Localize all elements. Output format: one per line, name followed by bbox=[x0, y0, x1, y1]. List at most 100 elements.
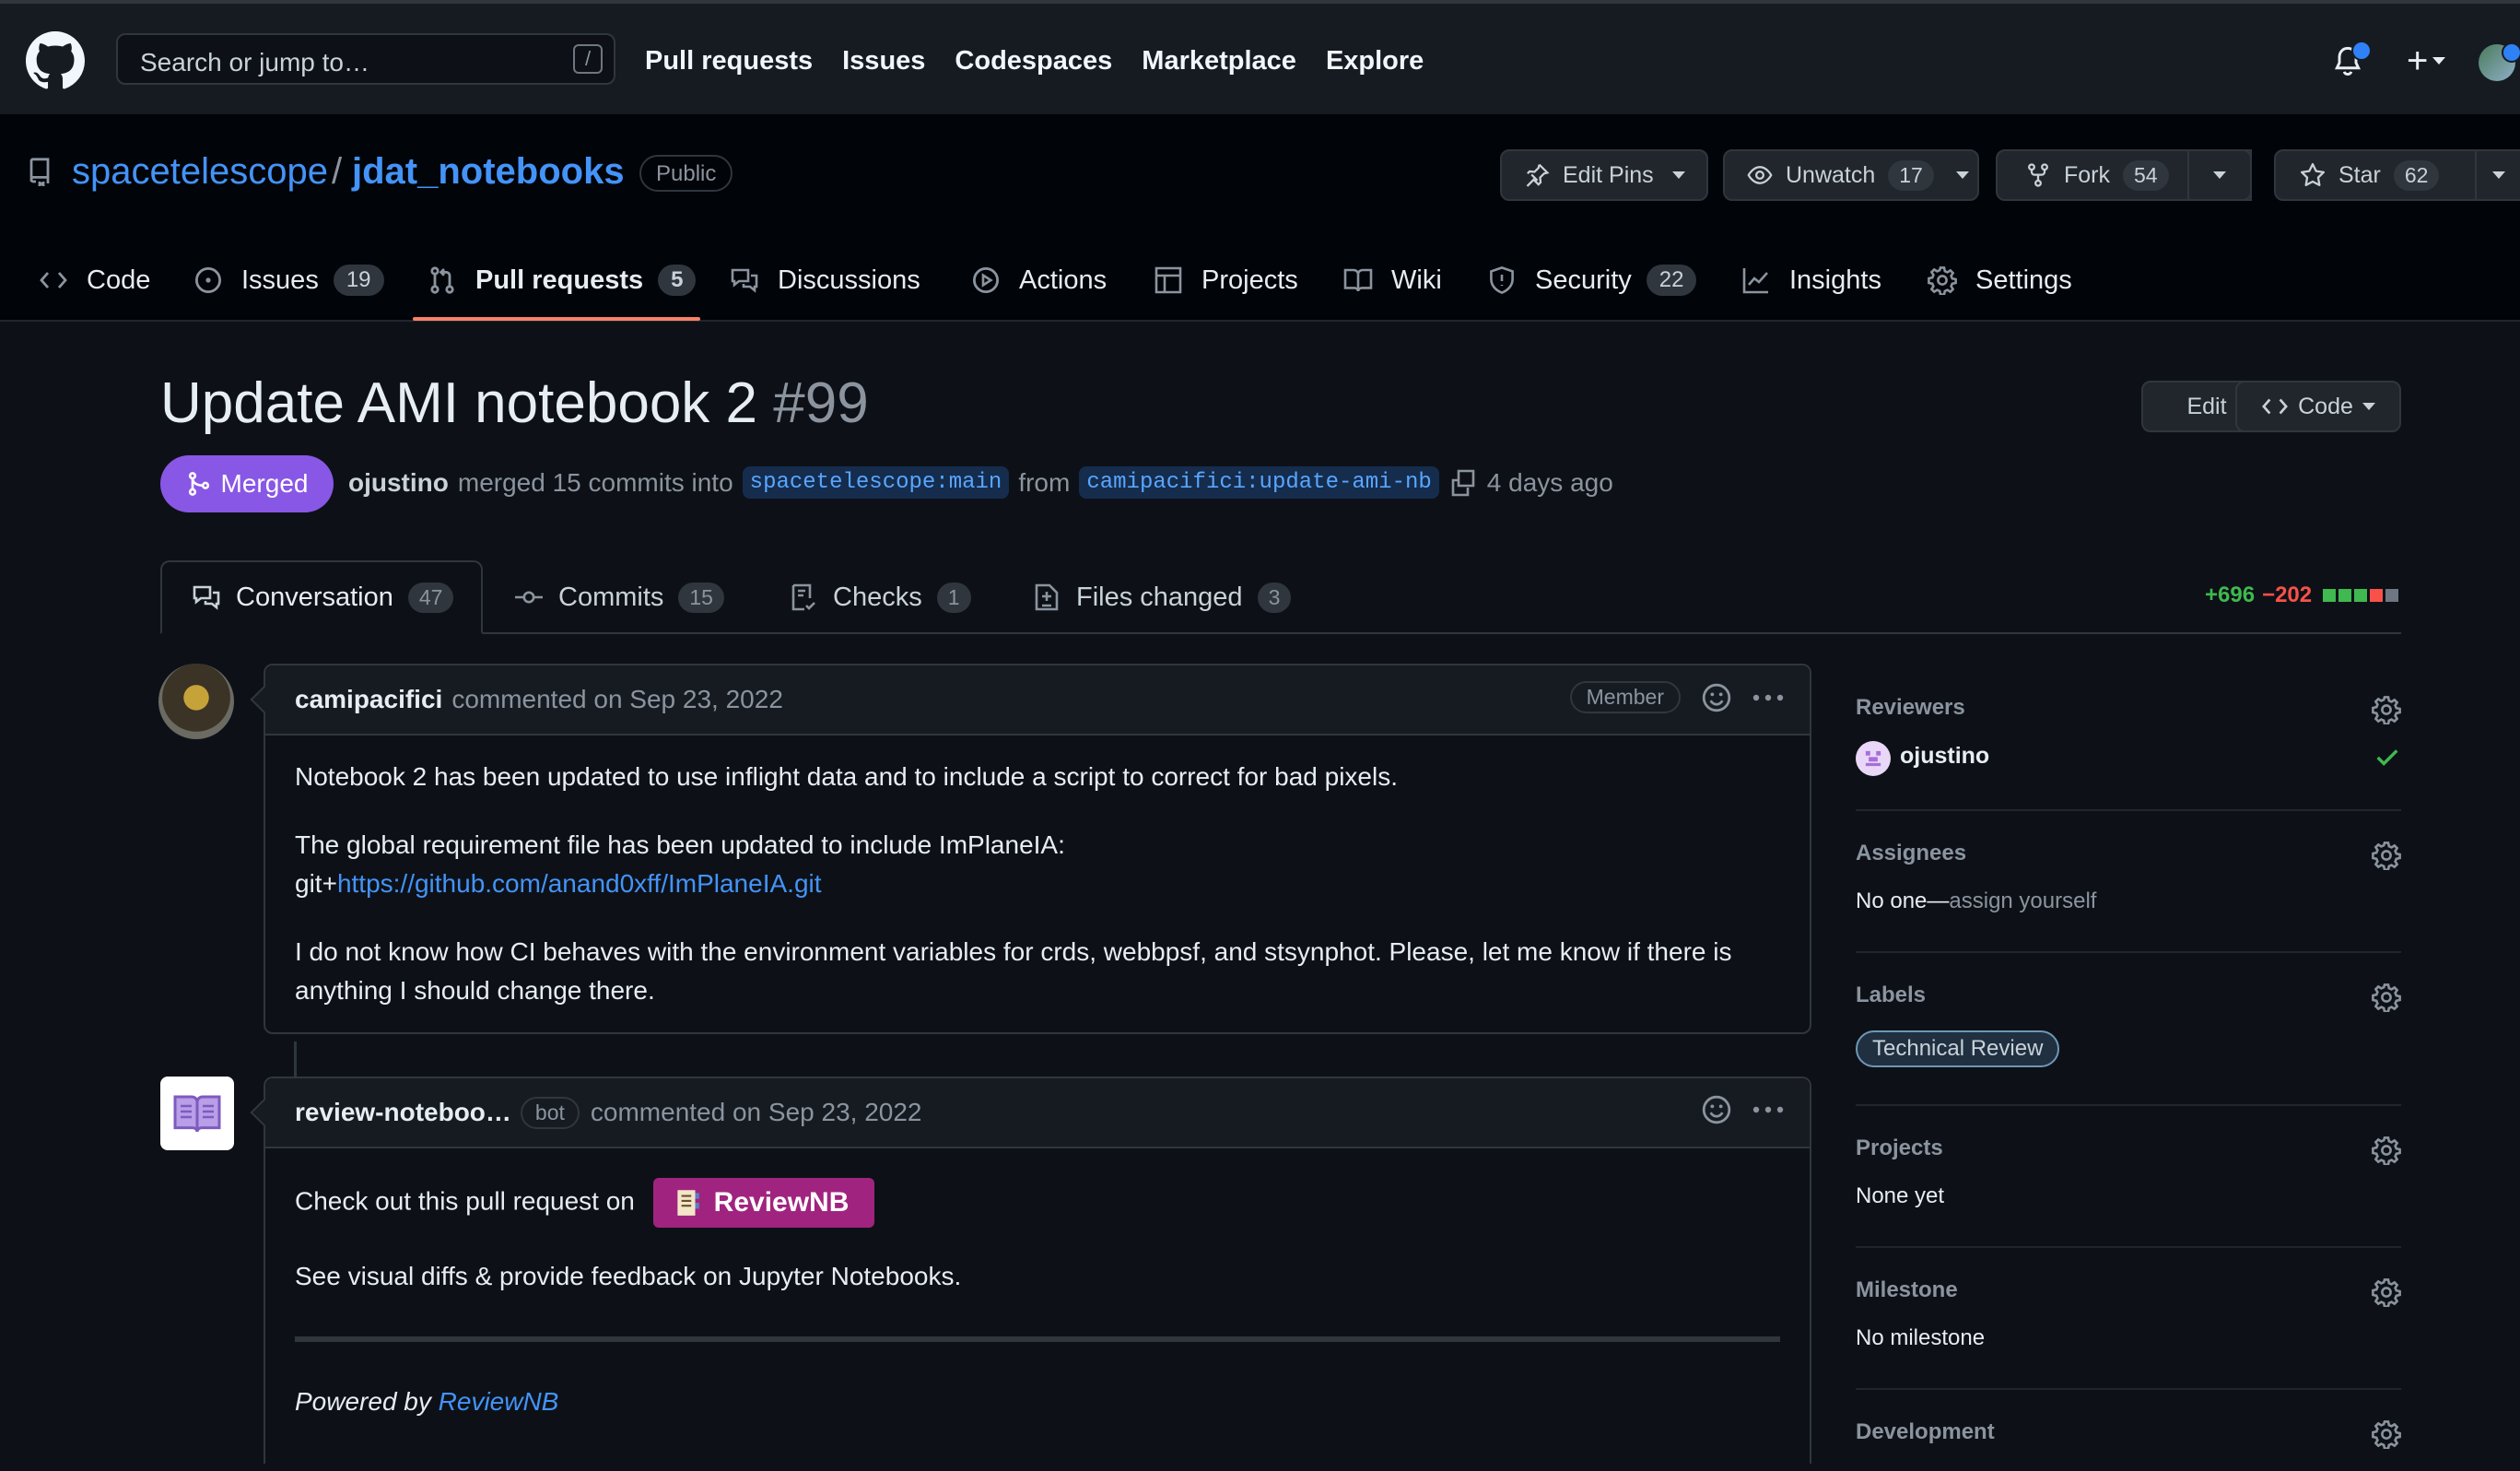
reviewer-avatar[interactable] bbox=[1856, 741, 1891, 776]
tab-security[interactable]: Security 22 bbox=[1487, 239, 1697, 322]
create-new-caret-icon[interactable] bbox=[2432, 57, 2445, 65]
reviewer-name[interactable]: ojustino bbox=[1900, 743, 1989, 770]
sidebar-reviewers: Reviewers ojustino bbox=[1856, 664, 2401, 811]
tab-issues-label: Issues bbox=[241, 265, 319, 295]
assignees-title[interactable]: Assignees bbox=[1856, 841, 1966, 866]
reviewers-title[interactable]: Reviewers bbox=[1856, 695, 1965, 721]
play-icon bbox=[972, 266, 1000, 294]
timeline-connector bbox=[294, 1041, 297, 1078]
label-technical-review[interactable]: Technical Review bbox=[1856, 1030, 2060, 1067]
member-badge: Member bbox=[1569, 681, 1681, 713]
code-dropdown-button[interactable]: Code bbox=[2235, 381, 2401, 432]
tab-issues-count: 19 bbox=[333, 265, 384, 296]
bot-avatar[interactable] bbox=[160, 1077, 234, 1150]
fork-dropdown-button[interactable] bbox=[2187, 149, 2252, 201]
nav-codespaces[interactable]: Codespaces bbox=[955, 46, 1112, 76]
tab-code[interactable]: Code bbox=[39, 239, 150, 322]
tab-issues[interactable]: Issues 19 bbox=[193, 239, 384, 322]
gear-icon[interactable] bbox=[2372, 841, 2401, 870]
comment-text: The global requirement file has been upd… bbox=[295, 830, 1065, 859]
comment-author-link[interactable]: review-noteboo… bbox=[295, 1098, 511, 1127]
comment-paragraph: I do not know how CI behaves with the en… bbox=[295, 937, 1732, 1005]
create-new-plus-icon[interactable]: + bbox=[2407, 42, 2428, 79]
tab-actions[interactable]: Actions bbox=[971, 239, 1107, 322]
nav-explore[interactable]: Explore bbox=[1326, 46, 1424, 76]
assignees-value: No one—assign yourself bbox=[1856, 888, 2096, 914]
commenter-avatar[interactable] bbox=[158, 664, 234, 739]
smiley-icon[interactable] bbox=[1701, 1094, 1732, 1125]
merged-state-label: Merged bbox=[220, 469, 309, 498]
implaneia-link[interactable]: https://github.com/anand0xff/ImPlaneIA.g… bbox=[337, 869, 822, 898]
comment-review-notebook-bot: review-noteboo… bot commented on Sep 23,… bbox=[250, 1077, 1811, 1464]
copy-icon[interactable] bbox=[1448, 468, 1478, 498]
base-branch[interactable]: spacetelescope:main bbox=[742, 466, 1010, 499]
global-nav: Pull requests Issues Codespaces Marketpl… bbox=[645, 46, 1424, 76]
tab-checks-label: Checks bbox=[833, 582, 922, 612]
repo-owner-link[interactable]: spacetelescope bbox=[72, 151, 328, 193]
gear-icon[interactable] bbox=[2372, 983, 2401, 1012]
reviewnb-link[interactable]: ReviewNB bbox=[439, 1387, 559, 1416]
development-title[interactable]: Development bbox=[1856, 1419, 1995, 1445]
pr-author-link[interactable]: ojustino bbox=[348, 468, 449, 498]
notification-indicator bbox=[2351, 41, 2372, 61]
comment-timestamp[interactable]: commented on Sep 23, 2022 bbox=[451, 685, 783, 714]
nav-pull-requests[interactable]: Pull requests bbox=[645, 46, 813, 76]
comment-timestamp[interactable]: commented on Sep 23, 2022 bbox=[591, 1098, 922, 1127]
check-icon bbox=[2376, 749, 2398, 766]
tab-code-label: Code bbox=[87, 265, 151, 295]
tab-files-changed-label: Files changed bbox=[1076, 582, 1243, 612]
tab-settings-label: Settings bbox=[1975, 265, 2072, 295]
pr-title-text: Update AMI notebook 2 bbox=[160, 371, 758, 435]
edit-pins-button[interactable]: Edit Pins bbox=[1500, 149, 1708, 201]
gear-icon[interactable] bbox=[2372, 695, 2401, 724]
comment-discussion-icon bbox=[731, 268, 758, 293]
search-input[interactable]: Search or jump to… / bbox=[116, 33, 615, 85]
eye-icon bbox=[1747, 166, 1773, 184]
tab-insights[interactable]: Insights bbox=[1741, 239, 1881, 322]
active-tab-underline bbox=[413, 317, 700, 321]
nav-issues[interactable]: Issues bbox=[842, 46, 925, 76]
gear-icon[interactable] bbox=[2372, 1277, 2401, 1307]
tab-discussions[interactable]: Discussions bbox=[730, 239, 920, 322]
pr-merged-time: 4 days ago bbox=[1486, 467, 1613, 497]
assign-yourself-link[interactable]: assign yourself bbox=[1949, 888, 2096, 913]
star-dropdown-button[interactable] bbox=[2475, 149, 2520, 201]
search-shortcut-key: / bbox=[573, 44, 603, 74]
divider bbox=[295, 1336, 1780, 1342]
notebook-icon bbox=[677, 1190, 699, 1216]
milestone-title[interactable]: Milestone bbox=[1856, 1277, 1958, 1303]
pr-from-text: from bbox=[1018, 467, 1071, 497]
visibility-badge: Public bbox=[639, 155, 733, 192]
tab-wiki-label: Wiki bbox=[1391, 265, 1442, 295]
shield-icon bbox=[1490, 266, 1514, 294]
tab-projects-label: Projects bbox=[1201, 265, 1298, 295]
repo-name-link[interactable]: jdat_notebooks bbox=[352, 151, 625, 193]
git-merge-icon bbox=[188, 472, 209, 496]
gear-icon[interactable] bbox=[2372, 1419, 2401, 1449]
reviewnb-button[interactable]: ReviewNB bbox=[652, 1178, 875, 1228]
nav-marketplace[interactable]: Marketplace bbox=[1142, 46, 1296, 76]
comment-author-link[interactable]: camipacifici bbox=[295, 685, 442, 714]
kebab-menu-icon[interactable] bbox=[1752, 1105, 1784, 1114]
repo-header: spacetelescope / jdat_notebooks Public E… bbox=[0, 114, 2520, 322]
tab-pull-requests[interactable]: Pull requests 5 bbox=[428, 239, 697, 322]
projects-title[interactable]: Projects bbox=[1856, 1136, 1943, 1161]
github-logo-icon[interactable] bbox=[26, 31, 85, 90]
tab-checks[interactable]: Checks 1 bbox=[789, 560, 971, 634]
tab-security-count: 22 bbox=[1646, 265, 1697, 296]
star-button[interactable]: Star 62 bbox=[2274, 149, 2479, 201]
smiley-icon[interactable] bbox=[1701, 682, 1732, 713]
tab-conversation[interactable]: Conversation 47 bbox=[160, 560, 483, 634]
tab-files-changed[interactable]: Files changed 3 bbox=[1032, 560, 1292, 634]
tab-commits[interactable]: Commits 15 bbox=[514, 560, 724, 634]
tab-settings[interactable]: Settings bbox=[1928, 239, 2072, 322]
comment-camipacifici: camipacifici commented on Sep 23, 2022 M… bbox=[250, 664, 1811, 1034]
kebab-menu-icon[interactable] bbox=[1752, 693, 1784, 702]
head-branch[interactable]: camipacifici:update-ami-nb bbox=[1079, 466, 1439, 499]
tab-projects[interactable]: Projects bbox=[1154, 239, 1298, 322]
labels-title[interactable]: Labels bbox=[1856, 983, 1926, 1008]
diff-block bbox=[2385, 589, 2399, 602]
gear-icon[interactable] bbox=[2372, 1136, 2401, 1165]
tab-wiki[interactable]: Wiki bbox=[1343, 239, 1442, 322]
unwatch-button[interactable]: Unwatch 17 bbox=[1723, 149, 1979, 201]
